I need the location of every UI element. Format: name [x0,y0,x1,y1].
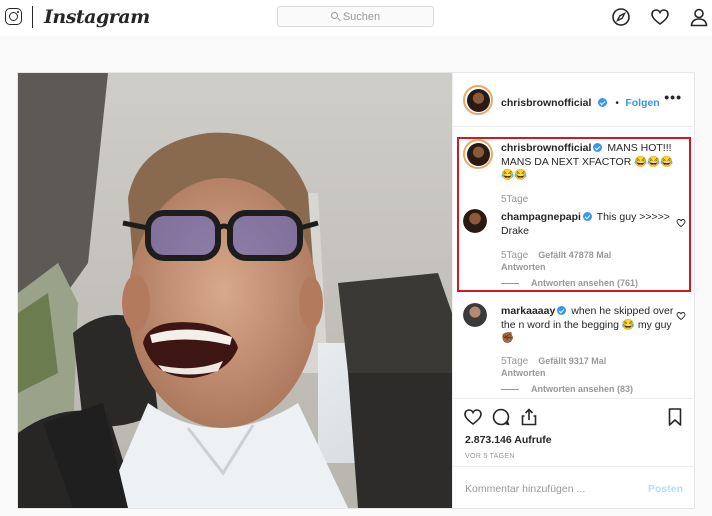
comment-reply-row: Antworten [501,262,546,272]
post-side-panel: chrisbrownofficial • Folgen ••• chrisbro… [452,73,695,508]
reply-button[interactable]: Antworten [501,368,546,378]
comment-meta: 5Tage Gefällt 47878 Mal [501,250,611,261]
compass-icon[interactable] [611,7,631,27]
top-navigation-bar: Instagram Suchen [0,0,712,36]
reply-button[interactable]: Antworten [501,262,546,272]
like-comment-icon[interactable] [676,311,686,321]
verified-badge-icon [597,98,607,107]
comment-likes[interactable]: Gefällt 9317 Mal [538,356,606,366]
comment: markaaaay when he skipped over the n wor… [501,305,679,346]
search-placeholder: Suchen [342,10,381,23]
add-comment-bar: Kommentar hinzufügen ... Posten [453,466,695,508]
view-replies-label: Antworten ansehen (83) [531,384,634,394]
author-username[interactable]: chrisbrownofficial [501,97,591,109]
verified-badge-icon [557,306,567,315]
post-actions: 2.873.146 Aufrufe VOR 5 TAGEN [453,398,695,460]
view-replies-button[interactable]: Antworten ansehen (83) [501,384,633,394]
follow-button[interactable]: Folgen [625,97,659,109]
comment-time[interactable]: 5Tage [501,250,528,261]
caption-comment: chrisbrownofficial MANS HOT!!! MANS DA N… [501,142,686,183]
bookmark-icon[interactable] [665,407,685,427]
comment-username[interactable]: markaaaay [501,305,555,317]
verified-badge-icon [593,143,603,152]
comment-avatar[interactable] [463,303,487,327]
share-icon[interactable] [519,407,539,427]
more-options-icon[interactable]: ••• [664,89,682,105]
comment-username[interactable]: champagnepapi [501,211,581,223]
comment: champagnepapi This guy >>>>> Drake [501,211,671,238]
replies-dash [501,388,519,390]
post-header: chrisbrownofficial • Folgen ••• [453,73,695,127]
search-icon [330,12,338,19]
author-avatar[interactable] [463,85,493,115]
logo-divider [32,6,33,28]
comment-meta: 5Tage Gefällt 9317 Mal [501,356,606,367]
comment-time[interactable]: 5Tage [501,194,528,205]
view-replies-button[interactable]: Antworten ansehen (761) [501,278,638,288]
comment-meta: 5Tage [501,194,528,205]
replies-dash [501,282,519,284]
comment-avatar[interactable] [463,139,493,169]
post-card: chrisbrownofficial • Folgen ••• chrisbro… [17,72,695,509]
search-input[interactable]: Suchen [277,6,434,27]
comment-icon[interactable] [491,407,511,427]
post-timestamp[interactable]: VOR 5 TAGEN [465,453,515,460]
video-frame-image [18,73,452,508]
instagram-logo-icon[interactable] [5,8,22,25]
profile-icon[interactable] [689,7,709,27]
instagram-wordmark[interactable]: Instagram [44,6,150,28]
verified-badge-icon [582,212,592,221]
comment-username[interactable]: chrisbrownofficial [501,142,591,154]
view-count[interactable]: 2.873.146 Aufrufe [465,434,552,446]
comment-input[interactable]: Kommentar hinzufügen ... [465,483,585,495]
comments-list[interactable]: chrisbrownofficial MANS HOT!!! MANS DA N… [453,127,695,398]
heart-icon[interactable] [650,7,670,27]
comment-time[interactable]: 5Tage [501,356,528,367]
comment-likes[interactable]: Gefällt 47878 Mal [538,250,611,260]
view-replies-label: Antworten ansehen (761) [531,278,639,288]
comment-avatar[interactable] [463,209,487,233]
comment-reply-row: Antworten [501,368,546,378]
post-video[interactable] [18,73,452,508]
post-comment-button[interactable]: Posten [648,483,683,495]
separator-dot: • [615,98,619,109]
like-comment-icon[interactable] [676,218,686,228]
like-icon[interactable] [463,407,483,427]
